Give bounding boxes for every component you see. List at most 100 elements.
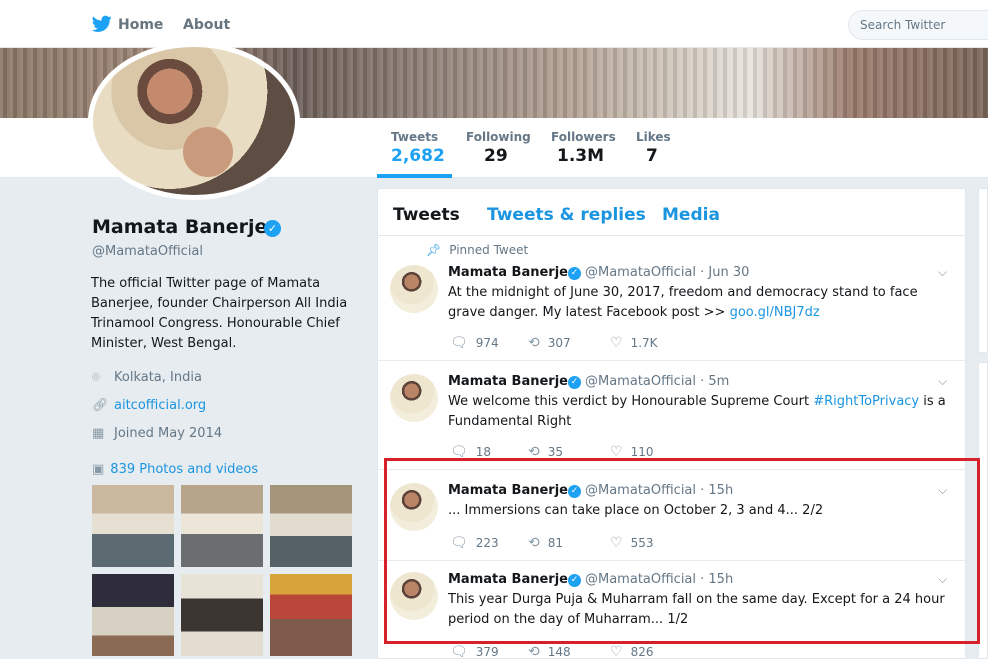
like-button[interactable]: ♡ 1.7K [610, 335, 658, 351]
chevron-down-icon[interactable]: ⌵ [938, 483, 947, 498]
chevron-down-icon[interactable]: ⌵ [938, 572, 947, 587]
verified-badge-icon: ✓ [568, 574, 581, 587]
tab-tweets-and-replies[interactable]: Tweets & replies [487, 205, 646, 225]
profile-location: ⌾ Kolkata, India [92, 370, 202, 385]
verified-badge-icon: ✓ [568, 376, 581, 389]
profile-handle[interactable]: @MamataOfficial [92, 244, 203, 259]
tab-media[interactable]: Media [662, 205, 720, 225]
verified-badge-icon: ✓ [568, 485, 581, 498]
retweet-button[interactable]: ⟲ 81 [528, 535, 563, 551]
tweet-avatar[interactable] [390, 572, 438, 620]
reply-button[interactable]: 🗨︎ 18 [450, 444, 491, 460]
reply-count: 379 [475, 645, 499, 659]
stat-following[interactable]: Following 29 [466, 130, 531, 166]
tweet-item[interactable]: 📌︎ Pinned Tweet Mamata Banerjee ✓ @Mamata… [378, 237, 965, 361]
photo-thumbnail[interactable] [92, 574, 174, 656]
photo-thumbnail[interactable] [270, 485, 352, 567]
retweet-icon: ⟲ [528, 335, 540, 351]
photo-thumbnail[interactable] [181, 485, 263, 567]
tweet-avatar[interactable] [390, 483, 438, 531]
retweet-button[interactable]: ⟲ 35 [528, 444, 563, 460]
stat-following-label: Following [466, 130, 531, 144]
tweet-handle[interactable]: @MamataOfficial · 15h [585, 572, 733, 587]
verified-badge-icon: ✓ [568, 267, 581, 280]
tweet-handle[interactable]: @MamataOfficial · 5m [585, 374, 729, 389]
tweet-text: ... Immersions can take place on October… [448, 503, 824, 518]
reply-icon: 🗨︎ [450, 644, 468, 659]
retweet-button[interactable]: ⟲ 307 [528, 335, 571, 351]
like-count: 110 [630, 445, 654, 459]
photo-thumbnail[interactable] [92, 485, 174, 567]
stat-tweets[interactable]: Tweets 2,682 [391, 130, 445, 166]
timeline-tabs: Tweets Tweets & replies Media [378, 189, 965, 236]
website-link[interactable]: aitcofficial.org [114, 398, 206, 413]
profile-name[interactable]: Mamata Banerjee [92, 216, 280, 238]
like-button[interactable]: ♡ 110 [610, 444, 653, 460]
nav-about-link[interactable]: About [183, 17, 230, 33]
photo-icon: ▣ [92, 462, 105, 477]
active-stat-underline [377, 174, 452, 178]
joined-text: Joined May 2014 [114, 426, 223, 441]
stat-followers-label: Followers [551, 130, 616, 144]
stat-likes[interactable]: Likes 7 [636, 130, 671, 166]
tweet-item[interactable]: Mamata Banerjee ✓ @MamataOfficial · 15h … [378, 562, 965, 659]
tweet-handle[interactable]: @MamataOfficial · Jun 30 [585, 265, 749, 280]
reply-count: 223 [475, 536, 499, 550]
like-button[interactable]: ♡ 826 [610, 644, 654, 659]
link-icon: 🔗︎ [92, 398, 109, 413]
reply-icon: 🗨︎ [450, 535, 468, 551]
tweet-item[interactable]: Mamata Banerjee ✓ @MamataOfficial · 15h … [378, 471, 965, 561]
tweet-text: This year Durga Puja & Muharram fall on … [448, 592, 945, 627]
tweet-avatar[interactable] [390, 374, 438, 422]
retweet-icon: ⟲ [528, 535, 540, 551]
tweet-text: We welcome this verdict by Honourable Su… [448, 392, 953, 432]
retweet-icon: ⟲ [528, 644, 540, 659]
reply-button[interactable]: 🗨︎ 223 [450, 535, 499, 551]
photo-thumbnail[interactable] [181, 574, 263, 656]
tweet-link[interactable]: goo.gl/NBJ7dz [730, 305, 820, 320]
stat-likes-value: 7 [646, 146, 658, 166]
like-button[interactable]: ♡ 553 [610, 535, 653, 551]
stat-likes-label: Likes [636, 130, 671, 144]
photos-text: 839 Photos and videos [110, 462, 259, 477]
tweet-author-name[interactable]: Mamata Banerjee [448, 483, 577, 498]
stat-followers[interactable]: Followers 1.3M [551, 130, 616, 166]
nav-home-link[interactable]: Home [118, 17, 163, 33]
tweet-author-name[interactable]: Mamata Banerjee [448, 572, 577, 587]
pinned-label: 📌︎ Pinned Tweet [426, 243, 528, 257]
like-count: 553 [630, 536, 654, 550]
photos-and-videos-link[interactable]: ▣ 839 Photos and videos [92, 462, 258, 477]
tab-tweets[interactable]: Tweets [393, 205, 460, 225]
reply-button[interactable]: 🗨︎ 974 [450, 335, 499, 351]
like-count: 826 [630, 645, 654, 659]
tweet-handle[interactable]: @MamataOfficial · 15h [585, 483, 733, 498]
pinned-text: Pinned Tweet [449, 243, 529, 257]
twitter-bird-icon[interactable] [92, 15, 112, 33]
reply-button[interactable]: 🗨︎ 379 [450, 644, 499, 659]
tweet-item[interactable]: Mamata Banerjee ✓ @MamataOfficial · 5m ⌵… [378, 362, 965, 470]
tweet-author-name[interactable]: Mamata Banerjee [448, 265, 577, 280]
location-pin-icon: ⌾ [92, 370, 100, 385]
chevron-down-icon[interactable]: ⌵ [938, 265, 947, 280]
tweet-hashtag[interactable]: #RightToPrivacy [813, 394, 919, 409]
tweet-text: At the midnight of June 30, 2017, freedo… [448, 283, 953, 323]
chevron-down-icon[interactable]: ⌵ [938, 374, 947, 389]
photo-thumbnail[interactable] [270, 574, 352, 656]
like-count: 1.7K [630, 336, 658, 350]
profile-avatar[interactable] [88, 42, 300, 200]
pin-icon: 📌︎ [426, 243, 442, 257]
reply-icon: 🗨︎ [450, 335, 468, 351]
retweet-icon: ⟲ [528, 444, 540, 460]
calendar-icon: ▦ [92, 426, 105, 441]
retweet-button[interactable]: ⟲ 148 [528, 644, 571, 659]
tweet-avatar[interactable] [390, 265, 438, 313]
right-sidebar-panel [978, 188, 988, 353]
reply-count: 974 [475, 336, 499, 350]
tweet-timeline: Tweets Tweets & replies Media 📌︎ Pinned T… [377, 188, 966, 659]
stat-tweets-value: 2,682 [391, 146, 445, 166]
retweet-count: 81 [547, 536, 564, 550]
location-text: Kolkata, India [114, 370, 202, 385]
search-input[interactable]: Search Twitter [848, 10, 988, 40]
tweet-author-name[interactable]: Mamata Banerjee [448, 374, 577, 389]
heart-icon: ♡ [610, 535, 623, 551]
